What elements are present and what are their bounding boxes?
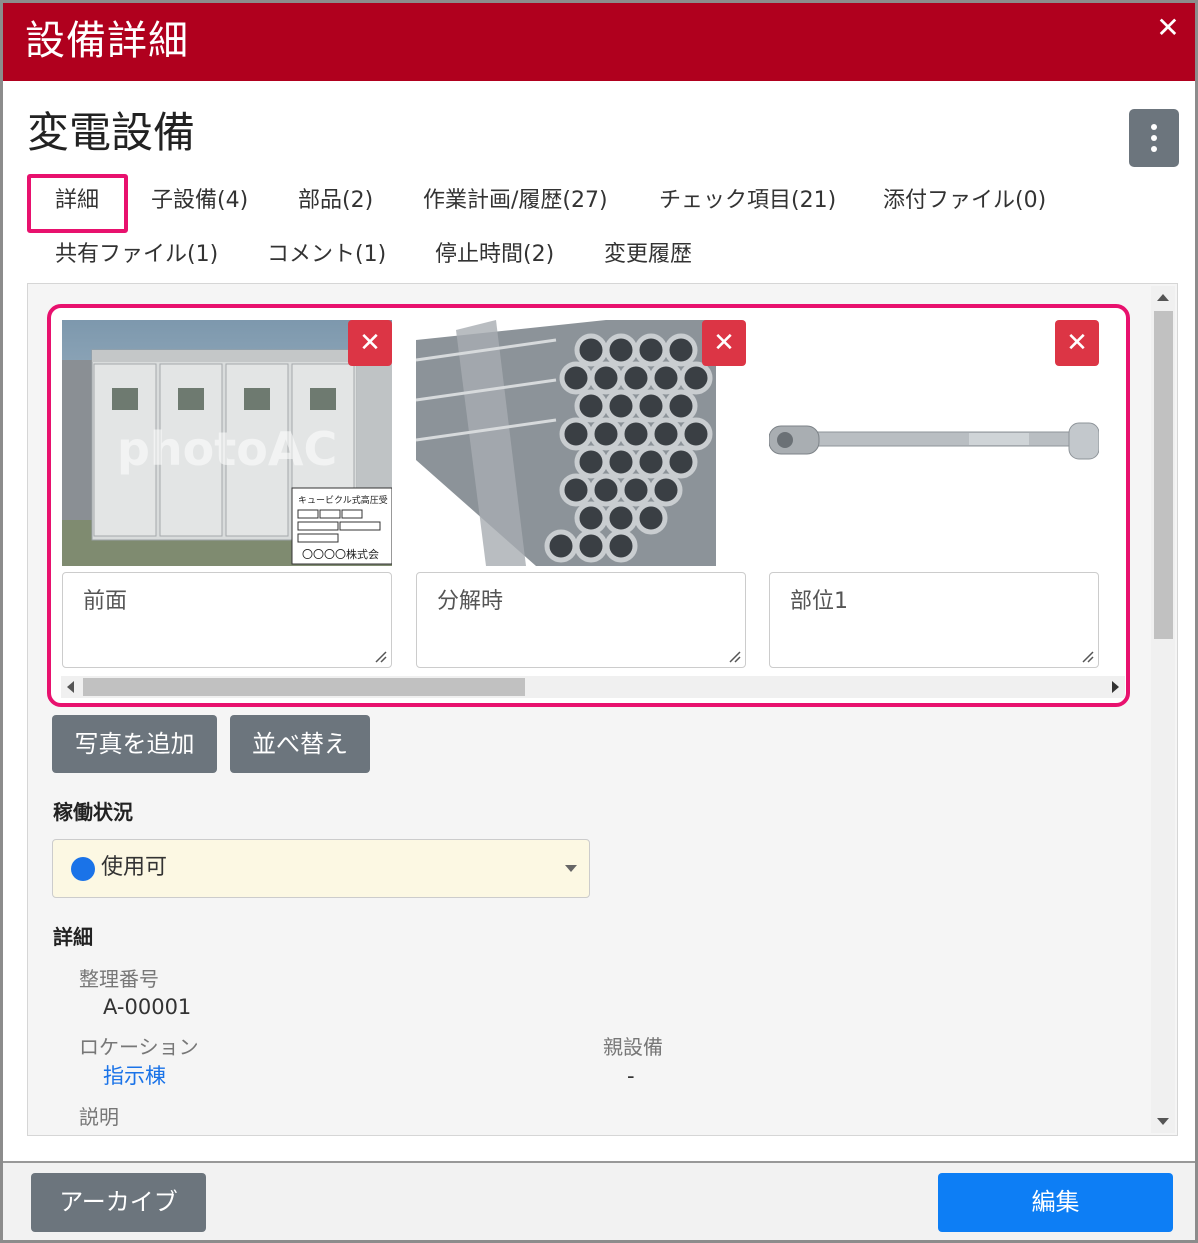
delete-photo-icon[interactable]: ✕ — [702, 320, 746, 366]
tab-child-equipment[interactable]: 子設備(4) — [151, 186, 248, 216]
scrollbar-thumb[interactable] — [83, 678, 525, 696]
horizontal-scrollbar[interactable] — [61, 676, 1125, 698]
location-label: ロケーション — [79, 1035, 199, 1059]
tab-comments[interactable]: コメント(1) — [267, 240, 386, 270]
photo-sign-text: キュービクル式高圧受 — [298, 494, 388, 506]
scrollbar-thumb[interactable] — [1154, 311, 1173, 639]
management-number-label: 整理番号 — [79, 967, 159, 991]
photo-card: ✕ 分解時 — [416, 320, 746, 670]
photo-caption-text: 前面 — [83, 589, 128, 614]
vertical-scrollbar[interactable] — [1151, 286, 1175, 1133]
resize-grip-icon[interactable] — [729, 651, 741, 663]
tab-attachments[interactable]: 添付ファイル(0) — [883, 186, 1046, 216]
chevron-down-icon — [565, 865, 577, 872]
scroll-down-icon[interactable] — [1157, 1118, 1169, 1125]
location-link[interactable]: 指示棟 — [103, 1062, 166, 1090]
photo-cubicle-image[interactable]: photoAC キュービクル式高圧受 〇〇〇〇株式会 — [62, 320, 392, 566]
tab-shared-files[interactable]: 共有ファイル(1) — [55, 240, 218, 270]
photo-watermark: photoAC — [117, 422, 337, 476]
status-select[interactable]: 使用可 — [52, 839, 590, 898]
tab-details[interactable]: 詳細 — [55, 186, 99, 216]
resize-grip-icon[interactable] — [375, 651, 387, 663]
parent-equipment-value: - — [627, 1064, 635, 1088]
edit-button[interactable]: 編集 — [938, 1173, 1173, 1232]
details-section-label: 詳細 — [53, 925, 93, 949]
management-number-value: A-00001 — [103, 995, 192, 1019]
equipment-detail-modal: 設備詳細 ✕ 変電設備 詳細 子設備(4) 部品(2) 作業計画/履歴(27) … — [0, 0, 1198, 1243]
photo-gallery: photoAC キュービクル式高圧受 〇〇〇〇株式会 ✕ 前面 ✕ 分解時 ✕ … — [47, 304, 1130, 707]
modal-header: 設備詳細 ✕ — [3, 3, 1195, 81]
scroll-left-icon[interactable] — [67, 681, 74, 693]
tab-change-history[interactable]: 変更履歴 — [604, 240, 692, 270]
status-dot-icon — [71, 857, 95, 881]
parent-equipment-label: 親設備 — [603, 1035, 663, 1059]
photo-caption-field[interactable]: 部位1 — [769, 572, 1099, 668]
delete-photo-icon[interactable]: ✕ — [1055, 320, 1099, 366]
resize-grip-icon[interactable] — [1082, 651, 1094, 663]
status-section-label: 稼働状況 — [53, 800, 133, 824]
archive-button[interactable]: アーカイブ — [31, 1173, 206, 1232]
kebab-menu-icon[interactable] — [1129, 109, 1179, 167]
photo-wrench-image[interactable] — [769, 320, 1099, 566]
modal-footer: アーカイブ 編集 — [3, 1161, 1195, 1240]
tab-check-items[interactable]: チェック項目(21) — [659, 186, 836, 216]
tab-downtime[interactable]: 停止時間(2) — [435, 240, 554, 270]
tab-parts[interactable]: 部品(2) — [298, 186, 373, 216]
scroll-right-icon[interactable] — [1112, 681, 1119, 693]
photo-card: ✕ 部位1 — [769, 320, 1099, 670]
delete-photo-icon[interactable]: ✕ — [348, 320, 392, 366]
description-label: 説明 — [79, 1105, 119, 1129]
tab-work-plan-history[interactable]: 作業計画/履歴(27) — [423, 186, 608, 216]
photo-caption-field[interactable]: 分解時 — [416, 572, 746, 668]
scroll-up-icon[interactable] — [1157, 294, 1169, 301]
photo-sign-company: 〇〇〇〇株式会 — [302, 547, 379, 561]
add-photo-button[interactable]: 写真を追加 — [52, 715, 217, 773]
status-value: 使用可 — [101, 855, 168, 880]
equipment-name: 変電設備 — [27, 108, 196, 157]
modal-title: 設備詳細 — [25, 18, 189, 64]
photo-card: photoAC キュービクル式高圧受 〇〇〇〇株式会 ✕ 前面 — [62, 320, 392, 670]
photo-caption-field[interactable]: 前面 — [62, 572, 392, 668]
sort-photos-button[interactable]: 並べ替え — [230, 715, 370, 773]
photo-pipes-image[interactable] — [416, 320, 746, 566]
close-icon[interactable]: ✕ — [1153, 13, 1183, 43]
photo-caption-text: 分解時 — [437, 589, 504, 614]
photo-caption-text: 部位1 — [790, 589, 848, 614]
